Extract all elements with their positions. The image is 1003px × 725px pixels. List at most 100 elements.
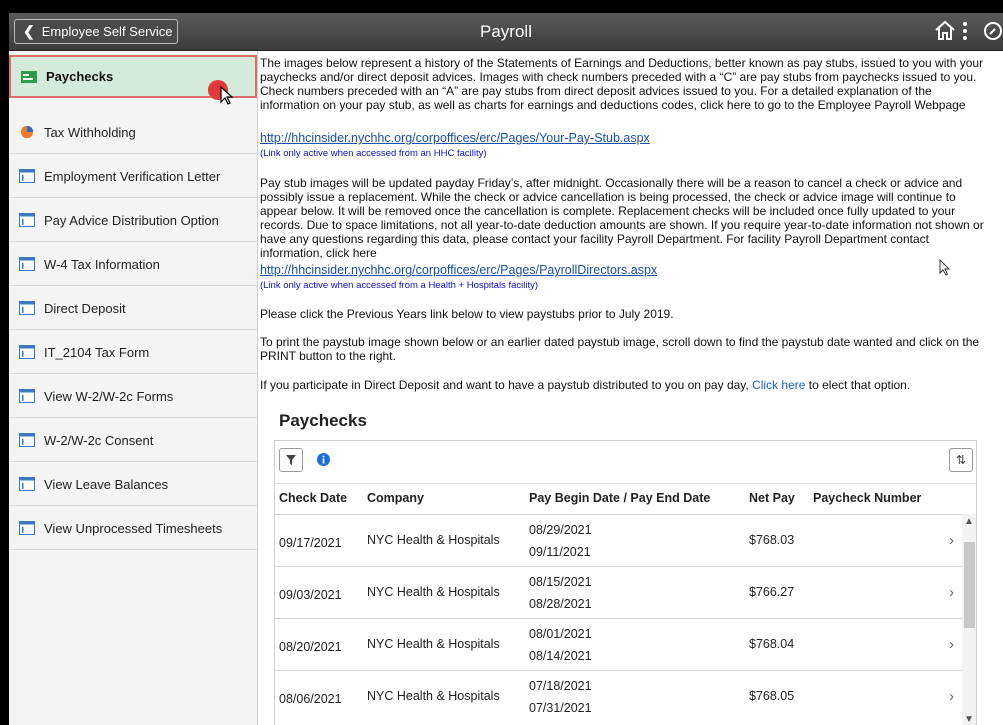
pie-chart-icon — [20, 125, 34, 139]
mouse-pointer-icon — [939, 259, 951, 276]
grid-toolbar: ⇅ — [275, 441, 976, 484]
sidebar-item-employment-verification[interactable]: Employment Verification Letter — [9, 155, 257, 198]
more-vertical-icon[interactable] — [953, 19, 977, 43]
col-pay-period[interactable]: Pay Begin Date / Pay End Date — [529, 483, 710, 514]
page-icon — [19, 301, 35, 315]
net-pay: $766.27 — [749, 585, 795, 599]
page-icon — [19, 389, 35, 403]
check-date: 09/17/2021 — [279, 536, 342, 550]
pay-begin-date: 08/01/2021 — [529, 627, 592, 641]
check-date: 08/20/2021 — [279, 640, 342, 654]
col-company[interactable]: Company — [367, 483, 424, 514]
table-row[interactable]: 08/06/2021 NYC Health & Hospitals 07/18/… — [275, 670, 962, 723]
pay-begin-date: 08/29/2021 — [529, 523, 592, 537]
pay-end-date: 08/28/2021 — [529, 597, 592, 611]
sidebar-item-label: View Unprocessed Timesheets — [44, 520, 223, 536]
app-frame: ❮ Employee Self Service Payroll Paycheck… — [9, 13, 1003, 725]
main-content: The images below represent a history of … — [257, 51, 1003, 725]
sidebar-item-label: W-4 Tax Information — [44, 256, 160, 272]
page-icon — [19, 477, 35, 491]
scroll-thumb[interactable] — [964, 542, 975, 628]
pay-end-date: 07/31/2021 — [529, 701, 592, 715]
sidebar-item-label: Tax Withholding — [44, 124, 136, 140]
mouse-pointer-icon — [220, 86, 234, 105]
back-button[interactable]: ❮ Employee Self Service — [14, 19, 178, 44]
net-pay: $768.03 — [749, 533, 795, 547]
sidebar-item-label: View Leave Balances — [44, 476, 169, 492]
sidebar-item-label: Pay Advice Distribution Option — [44, 212, 219, 228]
pay-stub-link[interactable]: http://hhcinsider.nychhc.org/corpoffices… — [260, 131, 650, 145]
page-icon — [19, 521, 35, 535]
pay-begin-date: 08/15/2021 — [529, 575, 592, 589]
pay-begin-date: 07/18/2021 — [529, 679, 592, 693]
scroll-down-icon[interactable]: ▼ — [964, 714, 974, 725]
payroll-directors-link-block: http://hhcinsider.nychhc.org/corpoffices… — [260, 263, 984, 293]
sidebar: Paychecks Tax Withholding Employment Ver… — [9, 51, 258, 725]
sidebar-item-tax-withholding[interactable]: Tax Withholding — [9, 111, 257, 154]
page-icon — [19, 213, 35, 227]
sidebar-item-label: Employment Verification Letter — [44, 168, 221, 184]
sidebar-item-label: IT_2104 Tax Form — [44, 344, 150, 360]
scroll-up-icon[interactable]: ▲ — [964, 516, 974, 527]
print-instructions-text: To print the paystub image shown below o… — [260, 335, 980, 363]
chevron-right-icon: › — [949, 636, 954, 653]
check-date: 08/06/2021 — [279, 692, 342, 706]
sort-icon: ⇅ — [955, 453, 967, 467]
net-pay: $768.04 — [749, 637, 795, 651]
sidebar-item-direct-deposit[interactable]: Direct Deposit — [9, 287, 257, 330]
chevron-right-icon: › — [949, 584, 954, 601]
col-paycheck-number[interactable]: Paycheck Number — [813, 483, 921, 514]
chevron-right-icon: › — [949, 688, 954, 705]
company: NYC Health & Hospitals — [367, 637, 500, 651]
pay-stub-link-note: (Link only active when accessed from an … — [260, 148, 487, 159]
table-row[interactable]: 08/20/2021 NYC Health & Hospitals 08/01/… — [275, 618, 962, 671]
nav-compass-icon[interactable] — [981, 19, 1003, 43]
page-icon — [19, 169, 35, 183]
top-banner: ❮ Employee Self Service Payroll — [9, 13, 1003, 51]
table-row[interactable]: 09/17/2021 NYC Health & Hospitals 08/29/… — [275, 514, 962, 567]
sidebar-item-label: View W-2/W-2c Forms — [44, 388, 174, 404]
sidebar-item-w4[interactable]: W-4 Tax Information — [9, 243, 257, 286]
company: NYC Health & Hospitals — [367, 689, 500, 703]
paycheck-icon — [21, 70, 37, 83]
pay-stub-link-block: http://hhcinsider.nychhc.org/corpoffices… — [260, 131, 984, 161]
paychecks-section-title: Paychecks — [279, 411, 367, 430]
sidebar-item-w2-consent[interactable]: W-2/W-2c Consent — [9, 419, 257, 462]
net-pay: $768.05 — [749, 689, 795, 703]
update-info-text: Pay stub images will be updated payday F… — [260, 176, 984, 260]
page-icon — [19, 257, 35, 271]
sidebar-item-leave-balances[interactable]: View Leave Balances — [9, 463, 257, 506]
sidebar-item-label: Direct Deposit — [44, 300, 126, 316]
col-net-pay[interactable]: Net Pay — [749, 483, 795, 514]
sidebar-item-label: Paychecks — [46, 69, 114, 84]
info-icon[interactable] — [317, 453, 330, 466]
sidebar-item-label: W-2/W-2c Consent — [44, 432, 154, 448]
filter-icon — [286, 455, 296, 465]
intro-text: The images below represent a history of … — [260, 56, 984, 112]
page-icon — [19, 433, 35, 447]
payroll-directors-link[interactable]: http://hhcinsider.nychhc.org/corpoffices… — [260, 263, 657, 277]
sidebar-item-w2-forms[interactable]: View W-2/W-2c Forms — [9, 375, 257, 418]
direct-deposit-text-end: to elect that option. — [805, 378, 911, 392]
company: NYC Health & Hospitals — [367, 585, 500, 599]
page-icon — [19, 345, 35, 359]
table-row[interactable]: 09/03/2021 NYC Health & Hospitals 08/15/… — [275, 566, 962, 619]
chevron-left-icon: ❮ — [23, 23, 35, 39]
direct-deposit-text-start: If you participate in Direct Deposit and… — [260, 378, 753, 392]
previous-years-text: Please click the Previous Years link bel… — [260, 307, 674, 321]
sidebar-item-it2104[interactable]: IT_2104 Tax Form — [9, 331, 257, 374]
pay-end-date: 09/11/2021 — [529, 545, 591, 559]
sort-button[interactable]: ⇅ — [949, 448, 973, 472]
paychecks-grid: ⇅ Check Date Company Pay Begin Date / Pa… — [274, 440, 977, 725]
col-check-date[interactable]: Check Date — [279, 483, 347, 514]
check-date: 09/03/2021 — [279, 588, 342, 602]
click-here-link[interactable]: Click here — [752, 378, 805, 392]
sidebar-item-unprocessed-timesheets[interactable]: View Unprocessed Timesheets — [9, 507, 257, 550]
filter-button[interactable] — [279, 448, 303, 472]
sidebar-item-pay-advice[interactable]: Pay Advice Distribution Option — [9, 199, 257, 242]
grid-scrollbar[interactable]: ▲ ▼ — [962, 514, 976, 725]
direct-deposit-text: If you participate in Direct Deposit and… — [260, 378, 984, 392]
payroll-directors-link-note: (Link only active when accessed from a H… — [260, 280, 538, 291]
company: NYC Health & Hospitals — [367, 533, 500, 547]
back-button-label: Employee Self Service — [41, 24, 173, 39]
